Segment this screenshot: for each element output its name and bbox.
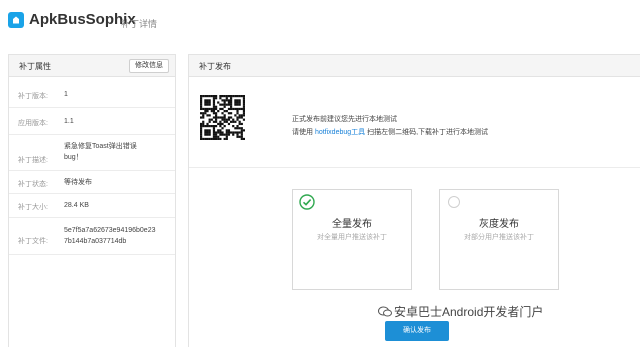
edit-info-button[interactable]: 修改信息 [129, 59, 169, 73]
prop-row-app-version: 应用版本: 1.1 [9, 108, 175, 135]
qr-code-icon [200, 95, 245, 140]
prop-value: 等待发布 [64, 179, 92, 186]
notice-suffix: 扫描左侧二维码,下载补丁进行本地测试 [367, 129, 489, 136]
page-subtitle: 补丁详情 [121, 19, 158, 29]
patch-release-title: 补丁发布 [199, 62, 231, 71]
notice-instructions: 请使用 hotfixdebug工具 扫描左侧二维码,下载补丁进行本地测试 [292, 127, 488, 137]
patch-release-header: 补丁发布 [189, 55, 640, 77]
prop-label: 补丁版本: [18, 93, 48, 100]
notice-text: 正式发布前建议您先进行本地测试 [292, 116, 397, 123]
prop-label: 补丁描述: [18, 157, 48, 164]
patch-properties-header: 补丁属性 修改信息 [9, 55, 175, 77]
confirm-release-button[interactable]: 确认发布 [385, 321, 449, 341]
prop-row-patch-size: 补丁大小: 28.4 KB [9, 194, 175, 218]
prop-value: 1.1 [64, 118, 74, 125]
prop-label: 补丁文件: [18, 238, 48, 245]
prop-row-patch-description: 补丁描述: 紧急修复Toast弹出错误bug！ [9, 135, 175, 171]
option-title: 灰度发布 [479, 219, 519, 230]
prop-row-patch-file: 补丁文件: 5e7f5a7a62673e94196b0e237b144b7a03… [9, 218, 175, 255]
option-description: 对部分用户推送该补丁 [464, 234, 534, 241]
top-bar: ApkBusSophix 补丁详情 [0, 0, 640, 40]
prop-row-patch-status: 补丁状态: 等待发布 [9, 171, 175, 194]
radio-unselected-icon[interactable] [448, 196, 460, 208]
prop-label: 应用版本: [18, 120, 48, 127]
option-title: 全量发布 [332, 219, 372, 230]
prop-value: 紧急修复Toast弹出错误bug！ [64, 143, 137, 161]
full-release-option[interactable]: 全量发布 对全量用户推送该补丁 [292, 189, 412, 290]
prop-value: 5e7f5a7a62673e94196b0e237b144b7a037714db [64, 227, 156, 245]
app-logo-icon [8, 12, 24, 28]
prop-value: 28.4 KB [64, 202, 89, 209]
hotfixdebug-link[interactable]: hotfixdebug工具 [315, 129, 365, 136]
patch-properties-title: 补丁属性 [19, 62, 51, 71]
patch-release-panel: 补丁发布 正式发布前建议您先进行本地测试 请使用 hotfixdebug工具 扫… [188, 54, 640, 347]
app-title: ApkBusSophix [29, 11, 136, 28]
prop-row-patch-version: 补丁版本: 1 [9, 78, 175, 108]
divider [189, 167, 640, 168]
patch-properties-panel: 补丁属性 修改信息 补丁版本: 1 应用版本: 1.1 补丁描述: 紧急修复To… [8, 54, 176, 347]
notice-prefix: 请使用 [292, 129, 313, 136]
wechat-icon [378, 306, 392, 317]
prop-label: 补丁状态: [18, 181, 48, 188]
prop-value: 1 [64, 91, 68, 98]
option-description: 对全量用户推送该补丁 [317, 234, 387, 241]
prop-label: 补丁大小: [18, 204, 48, 211]
gray-release-option[interactable]: 灰度发布 对部分用户推送该补丁 [439, 189, 559, 290]
watermark-text: 安卓巴士Android开发者门户 [394, 305, 544, 319]
check-circle-icon [299, 194, 315, 210]
